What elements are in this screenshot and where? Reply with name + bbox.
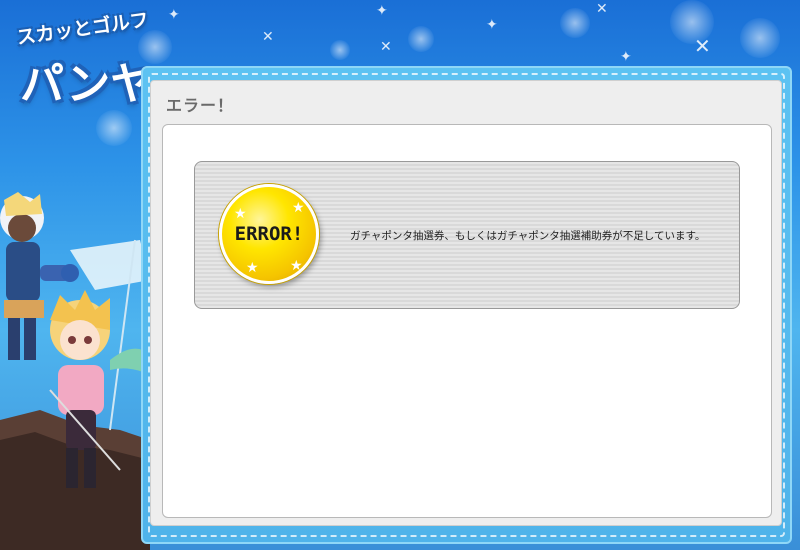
sparkle-icon: ✦ xyxy=(168,7,180,23)
sparkle-icon: ✕ xyxy=(380,39,392,55)
page-title: エラー！ xyxy=(166,96,235,115)
bokeh-light xyxy=(408,26,434,52)
error-badge-icon: ★ ★ ★ ★ ERROR! xyxy=(219,184,319,284)
bokeh-light xyxy=(740,18,780,58)
error-badge-label: ERROR! xyxy=(234,223,304,245)
sparkle-icon: ✕ xyxy=(694,34,711,58)
bokeh-light xyxy=(560,8,590,38)
logo-title: パンヤ xyxy=(20,59,155,110)
bokeh-light xyxy=(330,40,350,60)
character-illustration xyxy=(0,192,150,550)
star-icon: ★ xyxy=(290,258,303,274)
star-icon: ★ xyxy=(246,260,259,276)
logo-subtitle: スカッとゴルフ xyxy=(15,8,151,50)
bokeh-light xyxy=(96,110,132,146)
sparkle-icon: ✕ xyxy=(596,1,608,17)
star-icon: ★ xyxy=(292,200,305,216)
sparkle-icon: ✦ xyxy=(620,49,632,65)
sparkle-icon: ✦ xyxy=(376,3,388,19)
sparkle-icon: ✕ xyxy=(262,29,274,45)
error-message: ガチャポンタ抽選券、もしくはガチャポンタ抽選補助券が不足しています。 xyxy=(350,230,706,242)
game-logo: スカッとゴルフ パンヤ xyxy=(8,8,154,110)
sparkle-icon: ✦ xyxy=(486,17,498,33)
star-icon: ★ xyxy=(234,206,247,222)
